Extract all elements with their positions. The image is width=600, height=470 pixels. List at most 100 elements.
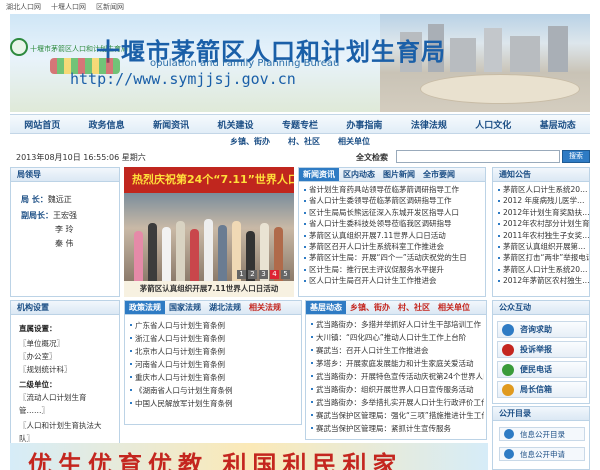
header-banner: 十堰市茅箭区人口和计划生育局 十堰市茅箭区人口和计划生育局 opulation …: [10, 14, 590, 112]
notice-list: 茅箭区人口计生系统20… 2012 年度病残儿医学… 2012年计划生育奖励扶……: [497, 184, 589, 287]
tab-grassroots[interactable]: 基层动态: [306, 301, 346, 314]
inst-secondary-heading: 二级单位：: [19, 380, 57, 389]
news-item[interactable]: 区人口计生局召开人口计生工作推进会: [303, 275, 483, 286]
hotline-button[interactable]: 便民电话: [497, 361, 587, 378]
open-gov-catalog-button[interactable]: 信息公开目录: [499, 427, 585, 441]
tab-related-laws[interactable]: 相关法规: [245, 301, 285, 314]
inst-link[interactable]: 〖单位概况〗: [19, 338, 64, 349]
photo-caption[interactable]: 茅箭区认真组织开展7.11世界人口日活动: [124, 281, 294, 297]
subnav-related-units[interactable]: 相关单位: [338, 136, 370, 147]
news-item[interactable]: 茅箭区计生局：开展“四个一”活动庆祝党的生日: [303, 252, 483, 263]
news-photo-slider[interactable]: 热烈庆祝第24个“7.11”世界人口日 1 2 3 4 5 茅箭区认真组织开展7…: [124, 167, 294, 297]
top-link-hubei[interactable]: 湖北人口网: [6, 2, 41, 12]
site-url: http://www.symjjsj.gov.cn: [70, 70, 296, 88]
nav-news[interactable]: 新闻资讯: [153, 118, 189, 131]
laws-panel: 政策法规 国家法规 湖北法规 相关法规 广东省人口与计划生育条例 浙江省人口与计…: [124, 300, 302, 425]
law-item[interactable]: 重庆市人口与计划生育条例: [129, 371, 299, 384]
notice-panel: 通知公告 茅箭区人口计生系统20… 2012 年度病残儿医学… 2012年计划生…: [492, 167, 590, 297]
grassroots-item[interactable]: 武当路街办：组织开展世界人口日宣传服务活动: [310, 383, 484, 396]
nav-special-topics[interactable]: 专题专栏: [282, 118, 318, 131]
slider-dot-active[interactable]: 4: [270, 270, 279, 279]
news-item[interactable]: 区计生局：推行民主评议促服务水平提升: [303, 264, 483, 275]
nav-government-info[interactable]: 政务信息: [89, 118, 125, 131]
tab-city-news[interactable]: 全市要闻: [419, 168, 459, 181]
subnav-towns[interactable]: 乡镇、街办: [230, 136, 270, 147]
notice-item[interactable]: 茅箭区认真组织开展第…: [497, 241, 589, 252]
search-button[interactable]: 搜索: [562, 150, 590, 163]
search-input[interactable]: [396, 150, 560, 163]
law-item[interactable]: 《湖南省人口与计划生育条例: [129, 384, 299, 397]
apply-icon: [504, 449, 514, 459]
grassroots-item[interactable]: 赛武当保护区管理局：强化“三项”措施推进计生工作: [310, 409, 484, 422]
tab-district-news[interactable]: 区内动态: [339, 168, 379, 181]
slider-dot[interactable]: 1: [237, 270, 246, 279]
leader-row: 局 长：魏远正: [21, 195, 72, 204]
inst-link[interactable]: 〖办公室〗: [19, 351, 57, 362]
news-item[interactable]: 省计划生育药具站领导莅临茅箭调研指导工作: [303, 184, 483, 195]
law-item[interactable]: 河南省人口与计划生育条例: [129, 358, 299, 371]
grassroots-item[interactable]: 茅塔乡：开展家庭发展能力和计生家庭关爱活动: [310, 357, 484, 370]
consult-button[interactable]: 咨询求助: [497, 321, 587, 338]
news-item[interactable]: 省人口计生委科技处领导莅临我区调研指导: [303, 218, 483, 229]
grassroots-item[interactable]: 武当路街办：开展特色宣传活动庆祝第24个世界人口日: [310, 370, 484, 383]
subnav-villages[interactable]: 村、社区: [288, 136, 320, 147]
news-tabs: 新闻资讯 区内动态 图片新闻 全市要闻: [299, 168, 485, 182]
notice-item[interactable]: 2012年计划生育奖励扶…: [497, 207, 589, 218]
grassroots-list: 武当路街办：多措并举抓好人口计生干部培训工作 大川镇：“四化四心”推动人口计生工…: [310, 318, 484, 435]
open-gov-apply-button[interactable]: 信息公开申请: [499, 447, 585, 461]
nav-service-guide[interactable]: 办事指南: [346, 118, 382, 131]
notice-item[interactable]: 2012 年度病残儿医学…: [497, 195, 589, 206]
law-item[interactable]: 浙江省人口与计划生育条例: [129, 332, 299, 345]
tab-photo-news[interactable]: 图片新闻: [379, 168, 419, 181]
law-item[interactable]: 中国人民解放军计划生育条例: [129, 397, 299, 410]
nav-home[interactable]: 网站首页: [24, 118, 60, 131]
complaint-button[interactable]: 投诉举报: [497, 341, 587, 358]
news-item[interactable]: 区计生局局长熊远征深入东城开发区指导人口: [303, 207, 483, 218]
tab-hubei-laws[interactable]: 湖北法规: [205, 301, 245, 314]
inst-link[interactable]: 〖流动人口计划生育: [19, 392, 87, 403]
grassroots-item[interactable]: 武当路街办：多措并举抓好人口计生干部培训工作: [310, 318, 484, 331]
tab-villages[interactable]: 村、社区: [394, 301, 434, 314]
tab-towns[interactable]: 乡镇、街办: [346, 301, 394, 314]
nav-laws[interactable]: 法律法规: [411, 118, 447, 131]
news-panel: 新闻资讯 区内动态 图片新闻 全市要闻 省计划生育药具站领导莅临茅箭调研指导工作…: [298, 167, 486, 297]
grassroots-item[interactable]: 武当路街办：多举措扎实开展人口计生行政评价工作: [310, 396, 484, 409]
slider-dot[interactable]: 2: [248, 270, 257, 279]
slider-dot[interactable]: 5: [281, 270, 290, 279]
tab-news[interactable]: 新闻资讯: [299, 168, 339, 181]
nav-organ-building[interactable]: 机关建设: [218, 118, 254, 131]
slider-dot[interactable]: 3: [259, 270, 268, 279]
notice-item[interactable]: 2011年农村独生子女奖…: [497, 230, 589, 241]
leader-row: 秦 伟: [55, 239, 74, 248]
sub-nav: 乡镇、街办 村、社区 相关单位: [0, 134, 600, 148]
notice-item[interactable]: 2012年农村部分计划生育…: [497, 218, 589, 229]
tab-policy-laws[interactable]: 政策法规: [125, 301, 165, 314]
top-link-district-news[interactable]: 区新闻网: [96, 2, 124, 12]
news-item[interactable]: 茅箭区认真组织开展7.11世界人口日活动: [303, 230, 483, 241]
mail-icon: [502, 383, 514, 396]
phone-icon: [502, 363, 514, 376]
open-gov-heading: 公开目录: [493, 407, 589, 421]
news-item[interactable]: 省人口计生委领导莅临茅箭区调研指导工作: [303, 195, 483, 206]
grassroots-item[interactable]: 赛武当：召开人口计生工作推进会: [310, 344, 484, 357]
leader-row: 李 玲: [55, 225, 74, 234]
notice-item[interactable]: 茅箭区人口计生系统20…: [497, 264, 589, 275]
news-item[interactable]: 茅箭区召开人口计生系统科室工作推进会: [303, 241, 483, 252]
tab-units[interactable]: 相关单位: [434, 301, 474, 314]
nav-grassroots[interactable]: 基层动态: [540, 118, 576, 131]
law-item[interactable]: 广东省人口与计划生育条例: [129, 319, 299, 332]
inst-link[interactable]: 〖规划统计科〗: [19, 364, 72, 375]
law-item[interactable]: 北京市人口与计划生育条例: [129, 345, 299, 358]
top-link-shiyan[interactable]: 十堰人口网: [51, 2, 86, 12]
nav-population-culture[interactable]: 人口文化: [475, 118, 511, 131]
inst-link[interactable]: 管……〗: [19, 405, 49, 416]
grassroots-item[interactable]: 赛武当保护区管理局：紧抓计生宣传服务: [310, 422, 484, 435]
laws-list: 广东省人口与计划生育条例 浙江省人口与计划生育条例 北京市人口与计划生育条例 河…: [129, 319, 299, 410]
notice-item[interactable]: 茅箭区人口计生系统20…: [497, 184, 589, 195]
director-mailbox-button[interactable]: 局长信箱: [497, 381, 587, 398]
notice-item[interactable]: 2012年茅箭区农村独生…: [497, 275, 589, 286]
inst-link[interactable]: 〖人口和计划生育执法大: [19, 420, 102, 431]
notice-item[interactable]: 茅箭区打击“两非”举报电话: [497, 252, 589, 263]
grassroots-item[interactable]: 大川镇：“四化四心”推动人口计生工作上台阶: [310, 331, 484, 344]
tab-national-laws[interactable]: 国家法规: [165, 301, 205, 314]
